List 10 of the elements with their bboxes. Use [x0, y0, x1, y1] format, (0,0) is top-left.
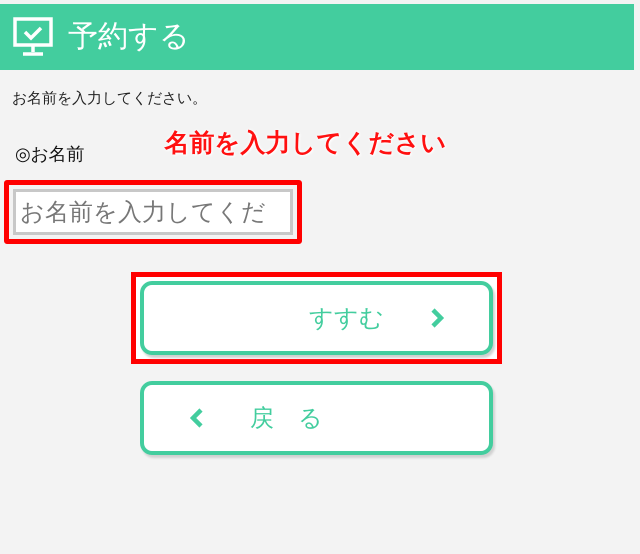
instruction-text: お名前を入力してください。 — [12, 88, 208, 108]
name-input[interactable]: お名前を入力してくだ — [13, 189, 293, 235]
monitor-check-icon — [12, 16, 54, 58]
chevron-right-icon — [430, 308, 444, 328]
annotation-text: 名前を入力してください — [164, 128, 447, 158]
chevron-left-icon — [190, 408, 204, 428]
next-button[interactable]: すすむ — [140, 281, 493, 355]
back-button[interactable]: 戻 る — [140, 381, 493, 455]
field-label: ◎お名前 — [15, 144, 85, 166]
page-title: 予約する — [68, 22, 190, 52]
